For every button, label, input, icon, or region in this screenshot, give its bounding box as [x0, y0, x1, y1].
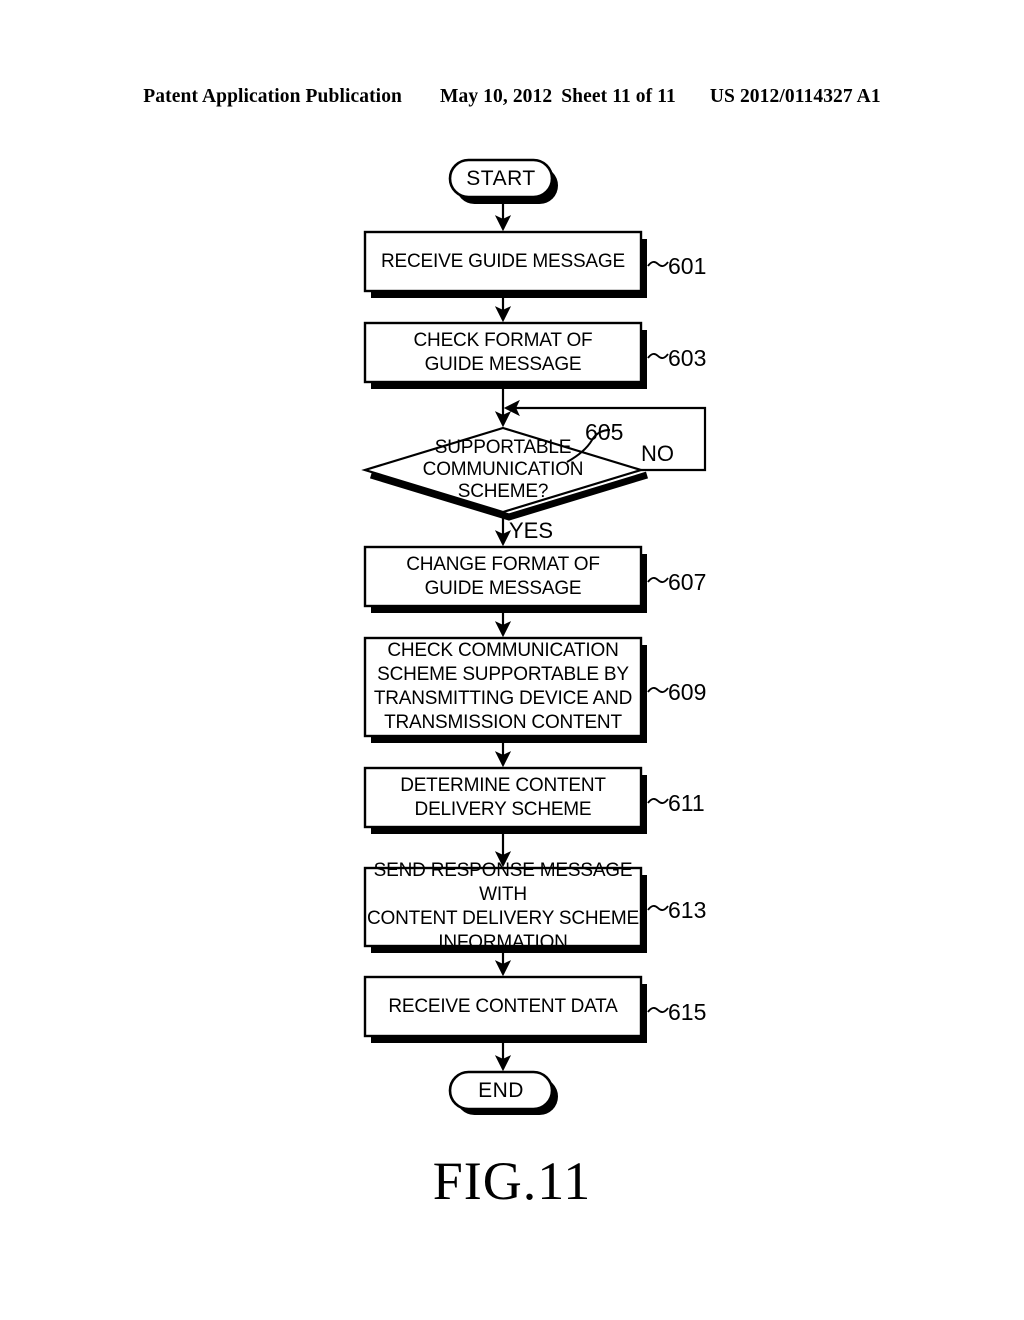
start-terminal-shape: [448, 158, 554, 199]
reference-number-607: 607: [668, 569, 707, 595]
reference-number-603: 603: [668, 345, 707, 371]
process-box-613-shape: [363, 866, 643, 948]
process-box-615-shape: [363, 975, 643, 1038]
process-box-609-shape: [363, 636, 643, 738]
reference-number-605: 605: [585, 419, 624, 445]
process-box-607-shape: [363, 545, 643, 608]
branch-label-no: NO: [641, 441, 674, 466]
reference-number-609: 609: [668, 679, 707, 705]
flowchart-svg: [361, 158, 707, 1115]
process-box-611-shape: [363, 766, 643, 829]
reference-number-613: 613: [668, 897, 707, 923]
figure-caption: FIG.11: [432, 1151, 592, 1211]
process-box-601-shape: [363, 230, 643, 293]
reference-number-611: 611: [668, 790, 705, 816]
reference-number-615: 615: [668, 999, 707, 1025]
leader-609: [647, 686, 669, 694]
leader-615: [647, 1006, 669, 1014]
leader-607: [647, 576, 669, 584]
flowchart-diagram: START RECEIVE GUIDE MESSAGE CHECK FORMAT…: [0, 0, 1024, 1320]
reference-number-601: 601: [668, 253, 707, 279]
branch-label-yes: YES: [509, 518, 554, 543]
leader-613: [647, 904, 669, 912]
leader-611: [647, 797, 669, 805]
end-terminal-shape: [448, 1070, 554, 1111]
leader-601: [647, 260, 669, 268]
process-box-603-shape: [363, 321, 643, 384]
leader-603: [647, 352, 669, 360]
